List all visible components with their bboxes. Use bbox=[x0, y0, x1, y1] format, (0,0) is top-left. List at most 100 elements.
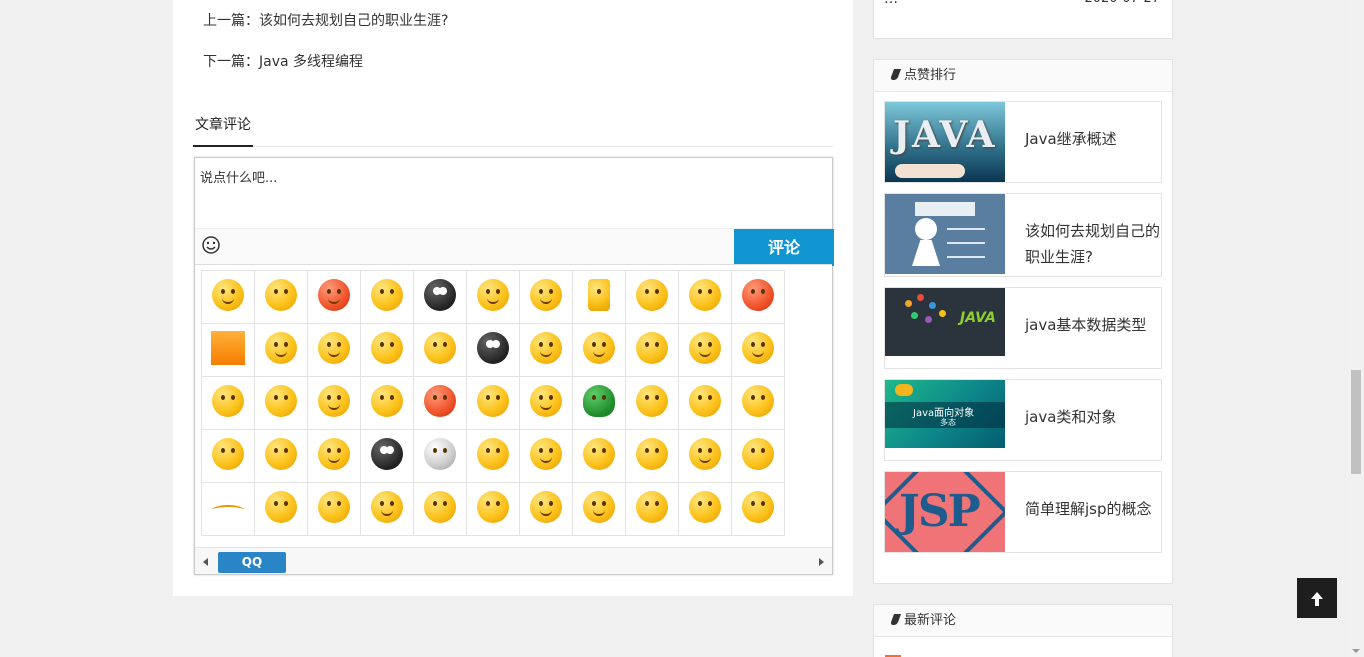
sidebar-prev-item[interactable]: … bbox=[884, 0, 898, 7]
emoji-cell[interactable] bbox=[519, 323, 573, 377]
emoji-cell[interactable] bbox=[572, 376, 626, 430]
java-cover-icon[interactable]: JAVA bbox=[885, 102, 1005, 182]
wow-emoji-icon bbox=[212, 385, 244, 417]
emoji-cell[interactable] bbox=[678, 270, 732, 324]
emoji-cell[interactable] bbox=[254, 376, 308, 430]
emoji-cell[interactable] bbox=[201, 270, 255, 324]
emoji-cell[interactable] bbox=[413, 482, 467, 536]
comment-input[interactable] bbox=[195, 158, 832, 228]
emoji-cell[interactable] bbox=[307, 482, 361, 536]
jsp-cover-icon[interactable]: JSP bbox=[885, 472, 1005, 552]
latest-comments-header: 最新评论 bbox=[874, 605, 1172, 637]
emoji-cell[interactable] bbox=[519, 270, 573, 324]
emoji-cell[interactable] bbox=[254, 482, 308, 536]
likes-item-title[interactable]: java基本数据类型 bbox=[1025, 312, 1161, 338]
emoji-cell[interactable] bbox=[625, 323, 679, 377]
frown-emoji-icon bbox=[265, 385, 297, 417]
prev-article-title[interactable]: 该如何去规划自己的职业生涯? bbox=[259, 13, 448, 29]
emoji-cell[interactable] bbox=[254, 270, 308, 324]
emoji-cell[interactable] bbox=[731, 429, 785, 483]
emoji-cell[interactable] bbox=[307, 323, 361, 377]
arrow-right-icon[interactable] bbox=[819, 558, 824, 566]
emoji-cell[interactable] bbox=[519, 429, 573, 483]
page-scrollbar[interactable] bbox=[1347, 0, 1364, 657]
emoji-cell[interactable] bbox=[254, 323, 308, 377]
emoji-cell[interactable] bbox=[413, 429, 467, 483]
emoji-cell[interactable] bbox=[413, 323, 467, 377]
emoji-cell[interactable] bbox=[625, 270, 679, 324]
emoji-cell[interactable] bbox=[201, 429, 255, 483]
emoji-cell[interactable] bbox=[307, 376, 361, 430]
emoji-cell[interactable] bbox=[731, 323, 785, 377]
likes-item[interactable]: JAVA Java继承概述 bbox=[884, 101, 1162, 183]
emoji-cell[interactable] bbox=[466, 482, 520, 536]
emoji-cell[interactable] bbox=[201, 323, 255, 377]
career-cover-icon[interactable] bbox=[885, 194, 1005, 274]
emoji-cell[interactable] bbox=[254, 429, 308, 483]
emoji-cell[interactable] bbox=[625, 429, 679, 483]
emoji-cell[interactable] bbox=[731, 270, 785, 324]
emoji-cell[interactable] bbox=[731, 482, 785, 536]
likes-item[interactable]: 该如何去规划自己的职业生涯? bbox=[884, 193, 1162, 277]
next-article-title[interactable]: Java 多线程编程 bbox=[259, 54, 363, 70]
emoji-cell[interactable] bbox=[307, 429, 361, 483]
emoji-cell[interactable] bbox=[413, 270, 467, 324]
prev-article-link[interactable]: 上一篇：该如何去规划自己的职业生涯? bbox=[203, 10, 448, 30]
cool-emoji-icon bbox=[477, 332, 509, 364]
likes-item-title[interactable]: 简单理解jsp的概念 bbox=[1025, 496, 1161, 522]
emoji-cell[interactable] bbox=[625, 482, 679, 536]
oop-cover-icon[interactable]: Java面向对象 多态 bbox=[885, 380, 1005, 448]
sleep-emoji-icon bbox=[636, 279, 668, 311]
emoji-cell[interactable] bbox=[360, 270, 414, 324]
likes-item-title[interactable]: java类和对象 bbox=[1025, 404, 1161, 430]
emoji-cell[interactable] bbox=[360, 482, 414, 536]
prev-article-label: 上一篇： bbox=[203, 13, 259, 29]
emoji-cell[interactable] bbox=[466, 270, 520, 324]
emoji-cell[interactable] bbox=[731, 376, 785, 430]
sweat-emoji-icon bbox=[477, 385, 509, 417]
likes-item[interactable]: JAVA java基本数据类型 bbox=[884, 287, 1162, 369]
submit-comment-button[interactable]: 评论 bbox=[734, 229, 834, 266]
emoji-cell[interactable] bbox=[307, 270, 361, 324]
emoji-cell[interactable] bbox=[466, 323, 520, 377]
tab-article-comments[interactable]: 文章评论 bbox=[193, 110, 253, 147]
emoji-cell[interactable] bbox=[360, 323, 414, 377]
emoji-cell[interactable] bbox=[201, 482, 255, 536]
emoji-cell[interactable] bbox=[201, 376, 255, 430]
likes-item[interactable]: JSP 简单理解jsp的概念 bbox=[884, 471, 1162, 553]
next-article-label: 下一篇： bbox=[203, 54, 259, 70]
emoji-cell[interactable] bbox=[360, 429, 414, 483]
emoji-cell[interactable] bbox=[678, 376, 732, 430]
likes-item-title[interactable]: 该如何去规划自己的职业生涯? bbox=[1025, 218, 1161, 270]
next-article-link[interactable]: 下一篇：Java 多线程编程 bbox=[203, 51, 363, 71]
cute-emoji-icon bbox=[530, 332, 562, 364]
arrow-left-icon[interactable] bbox=[203, 558, 208, 566]
emoji-cell[interactable] bbox=[519, 376, 573, 430]
emoji-cell[interactable] bbox=[360, 376, 414, 430]
emoji-cell[interactable] bbox=[519, 482, 573, 536]
emoji-cell[interactable] bbox=[625, 376, 679, 430]
likes-item[interactable]: Java面向对象 多态 java类和对象 bbox=[884, 379, 1162, 461]
scrollbar-thumb[interactable] bbox=[1351, 370, 1361, 474]
datatype-cover-icon[interactable]: JAVA bbox=[885, 288, 1005, 356]
calm-emoji-icon bbox=[265, 332, 297, 364]
emoji-cell[interactable] bbox=[678, 482, 732, 536]
emoji-cell[interactable] bbox=[572, 429, 626, 483]
back-to-top-button[interactable] bbox=[1297, 578, 1337, 618]
emoji-cell[interactable] bbox=[678, 323, 732, 377]
scroll-down-icon[interactable] bbox=[1352, 649, 1360, 653]
emoji-cell[interactable] bbox=[572, 270, 626, 324]
emoji-grid bbox=[201, 270, 785, 536]
emoji-tab-qq[interactable]: QQ bbox=[218, 552, 286, 573]
emoji-cell[interactable] bbox=[572, 323, 626, 377]
emoji-cell[interactable] bbox=[572, 482, 626, 536]
smiley-icon[interactable] bbox=[201, 235, 221, 255]
angry-emoji-icon bbox=[742, 279, 774, 311]
emoji-cell[interactable] bbox=[413, 376, 467, 430]
emoji-cell[interactable] bbox=[678, 429, 732, 483]
emoji-cell[interactable] bbox=[466, 376, 520, 430]
emoji-cell[interactable] bbox=[466, 429, 520, 483]
likes-item-title[interactable]: Java继承概述 bbox=[1025, 126, 1161, 152]
likes-ranking-widget: 点赞排行 JAVA Java继承概述 该如何去规划自己的职业生涯? JAVA j… bbox=[873, 59, 1173, 584]
skull-emoji-icon bbox=[424, 438, 456, 470]
